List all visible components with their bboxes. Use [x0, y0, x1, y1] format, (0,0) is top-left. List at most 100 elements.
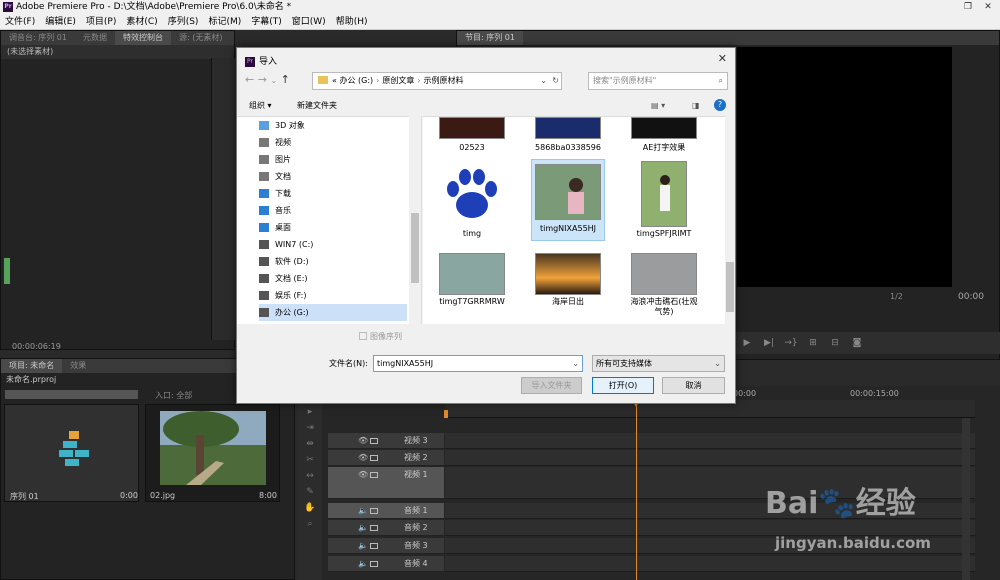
preview-pane-icon[interactable]: ◨ [692, 96, 700, 116]
file-tile[interactable]: timgT7GRRMRW [437, 253, 507, 307]
open-button[interactable]: 打开(O) [592, 377, 654, 394]
eye-icon[interactable]: 👁 [358, 467, 368, 483]
eye-icon[interactable]: 👁 [358, 433, 368, 449]
file-tile[interactable]: 海岸日出 [533, 253, 603, 307]
menu-sequence[interactable]: 序列(S) [163, 14, 204, 30]
menu-title[interactable]: 字幕(T) [246, 14, 287, 30]
restore-icon[interactable]: ❐ [958, 0, 978, 14]
speaker-icon[interactable]: 🔈 [358, 520, 368, 536]
up-arrow-icon[interactable]: ↑ [281, 73, 290, 86]
track-header-video-1[interactable]: 👁 视频 1 [328, 467, 444, 499]
play-icon[interactable]: ▶ [736, 332, 758, 354]
hand-tool-icon[interactable]: ✋ [298, 500, 322, 516]
speaker-icon[interactable]: 🔈 [358, 556, 368, 572]
tab-program[interactable]: 节目: 序列 01 [457, 31, 523, 45]
project-search-input[interactable] [4, 389, 139, 400]
file-tile[interactable]: 海浪冲击礁石(壮观气势) [629, 253, 699, 317]
timeline-scrollbar[interactable] [962, 418, 970, 580]
slip-tool-icon[interactable]: ↔ [298, 468, 322, 484]
filename-input[interactable]: timgNIXA55HJ ⌄ [373, 355, 583, 372]
tree-item-drive-e[interactable]: 文档 (E:) [259, 270, 407, 287]
pen-tool-icon[interactable]: ✎ [298, 484, 322, 500]
tree-item-drive-c[interactable]: WIN7 (C:) [259, 236, 407, 253]
track-header-audio-4[interactable]: 🔈 音频 4 [328, 556, 444, 572]
tab-project[interactable]: 项目: 未命名 [1, 359, 63, 373]
file-tile[interactable]: AE打字效果 [629, 117, 699, 153]
forward-arrow-icon[interactable]: → [258, 73, 267, 86]
chevron-down-icon[interactable]: ⌄ [714, 356, 721, 371]
view-options-icon[interactable]: ▤ ▾ [651, 96, 665, 116]
tree-item-music[interactable]: 音乐 [259, 202, 407, 219]
speaker-icon[interactable]: 🔈 [358, 538, 368, 554]
tree-item-documents[interactable]: 文档 [259, 168, 407, 185]
menu-marker[interactable]: 标记(M) [203, 14, 246, 30]
eye-icon[interactable]: 👁 [358, 450, 368, 466]
playhead-line[interactable] [636, 400, 637, 580]
speaker-icon[interactable]: 🔈 [358, 503, 368, 519]
step-forward-icon[interactable]: ▶| [758, 332, 780, 354]
chevron-down-icon[interactable]: ⌄ [572, 356, 579, 371]
close-window-icon[interactable]: ✕ [978, 0, 998, 14]
go-to-out-icon[interactable]: →} [780, 332, 802, 354]
track-header-audio-2[interactable]: 🔈 音频 2 [328, 520, 444, 536]
import-folder-button[interactable]: 导入文件夹 [521, 377, 582, 394]
checkbox-icon[interactable] [359, 332, 367, 340]
menu-clip[interactable]: 素材(C) [121, 14, 162, 30]
zoom-select[interactable]: 1/2 [890, 292, 903, 301]
breadcrumb-folder[interactable]: 原创文章 [382, 76, 414, 85]
search-input[interactable]: 搜索"示例原材料" ⌕ [588, 72, 728, 90]
address-bar[interactable]: « 办公 (G:) › 原创文章 › 示例原材料 ⌄ ↻ [312, 72, 562, 90]
tab-source[interactable]: 源: (无素材) [171, 31, 230, 45]
help-icon[interactable]: ? [714, 99, 726, 111]
tree-item-downloads[interactable]: 下载 [259, 185, 407, 202]
sequence-thumbnail[interactable] [4, 404, 139, 502]
file-grid-scroll-thumb[interactable] [726, 262, 734, 312]
refresh-icon[interactable]: ↻ [552, 73, 559, 89]
new-folder-button[interactable]: 新建文件夹 [297, 96, 337, 116]
track-header-audio-1[interactable]: 🔈 音频 1 [328, 503, 444, 519]
tree-item-drive-f[interactable]: 娱乐 (F:) [259, 287, 407, 304]
selection-tool-icon[interactable]: ▸ [298, 404, 322, 420]
track-row[interactable] [445, 433, 975, 449]
close-icon[interactable]: ✕ [718, 52, 727, 65]
track-select-tool-icon[interactable]: ⇥ [298, 420, 322, 436]
tree-item-3d-objects[interactable]: 3D 对象 [259, 117, 407, 134]
tree-item-pictures[interactable]: 图片 [259, 151, 407, 168]
tree-item-drive-g[interactable]: 办公 (G:) [259, 304, 407, 321]
menu-project[interactable]: 项目(P) [81, 14, 121, 30]
menu-edit[interactable]: 编辑(E) [40, 14, 81, 30]
organize-button[interactable]: 组织 ▾ [249, 96, 272, 116]
back-arrow-icon[interactable]: ← [245, 73, 254, 86]
menu-file[interactable]: 文件(F) [0, 14, 40, 30]
extract-icon[interactable]: ⊟ [824, 332, 846, 354]
tree-scroll-thumb[interactable] [411, 213, 419, 283]
export-frame-icon[interactable]: ◙ [846, 332, 868, 354]
track-header-video-2[interactable]: 👁 视频 2 [328, 450, 444, 466]
chevron-down-icon[interactable]: ⌄ [270, 76, 277, 85]
cancel-button[interactable]: 取消 [662, 377, 725, 394]
track-row[interactable] [445, 450, 975, 466]
tree-item-drive-d[interactable]: 软件 (D:) [259, 253, 407, 270]
lift-icon[interactable]: ⊞ [802, 332, 824, 354]
tab-effect-controls[interactable]: 特效控制台 [114, 31, 171, 45]
tab-audio-mixer[interactable]: 调音台: 序列 01 [1, 31, 75, 45]
file-type-select[interactable]: 所有可支持媒体 ⌄ [592, 355, 725, 372]
zoom-tool-icon[interactable]: ⌕ [298, 516, 322, 532]
file-tile[interactable]: timgSPFJRIMT [629, 161, 699, 239]
tree-item-videos[interactable]: 视频 [259, 134, 407, 151]
chevron-down-icon[interactable]: ⌄ [540, 73, 547, 89]
breadcrumb-current[interactable]: 示例原材料 [424, 76, 464, 85]
track-header-video-3[interactable]: 👁 视频 3 [328, 433, 444, 449]
menu-window[interactable]: 窗口(W) [287, 14, 331, 30]
tree-item-desktop[interactable]: 桌面 [259, 219, 407, 236]
file-tile-selected[interactable]: timgNIXA55HJ [531, 159, 605, 241]
track-header-audio-3[interactable]: 🔈 音频 3 [328, 538, 444, 554]
left-scroll-indicator[interactable] [4, 258, 10, 284]
file-tile[interactable]: 02523 [437, 117, 507, 153]
menu-help[interactable]: 帮助(H) [331, 14, 373, 30]
image-sequence-checkbox[interactable]: 图像序列 [359, 331, 402, 342]
tab-effects[interactable]: 效果 [62, 359, 94, 373]
razor-tool-icon[interactable]: ✂ [298, 452, 322, 468]
image-thumbnail[interactable] [145, 404, 280, 502]
tab-metadata[interactable]: 元数据 [75, 31, 115, 45]
